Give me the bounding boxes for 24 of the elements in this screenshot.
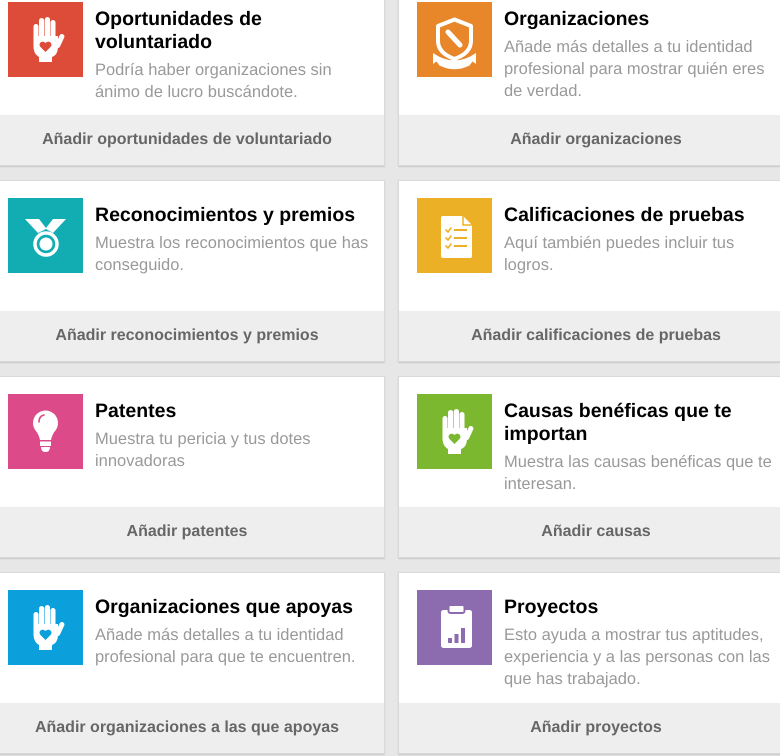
add-section-button[interactable]: Añadir proyectos [399, 703, 780, 753]
add-section-button[interactable]: Añadir calificaciones de pruebas [399, 311, 780, 361]
add-section-button[interactable]: Añadir causas [399, 507, 780, 557]
section-title: Reconocimientos y premios [95, 204, 356, 227]
section-description: Muestra tu pericia y tus dotes innovadoras [95, 429, 312, 472]
add-section-button[interactable]: Añadir reconocimientos y premios [0, 311, 384, 361]
add-section-button[interactable]: Añadir patentes [0, 507, 384, 557]
section-description: Aquí también puedes incluir tus logros. [504, 233, 736, 276]
section-title: Causas benéficas que te importan [504, 400, 733, 446]
section-description: Esto ayuda a mostrar tus aptitudes, experiencia y a las personas con las que has trabajado. [504, 625, 771, 690]
section-title: Organizaciones [504, 8, 650, 31]
section-title: Proyectos [504, 596, 600, 619]
section-description: Podría haber organizaciones sin ánimo de lucro buscándote. [95, 60, 333, 103]
section-description: Muestra las causas benéficas que te interesan. [504, 452, 773, 495]
section-title: Oportunidades de voluntariado [95, 8, 263, 54]
section-title: Calificaciones de pruebas [504, 204, 746, 227]
add-section-button[interactable]: Añadir organizaciones a las que apoyas [0, 703, 384, 753]
section-description: Muestra los reconocimientos que has conseguido. [95, 233, 370, 276]
section-description: Añade más detalles a tu identidad profesional para mostrar quién eres de verdad. [504, 37, 766, 102]
section-title: Patentes [95, 400, 178, 423]
add-section-button[interactable]: Añadir organizaciones [399, 115, 780, 165]
add-section-button[interactable]: Añadir oportunidades de voluntariado [0, 115, 384, 165]
section-title: Organizaciones que apoyas [95, 596, 354, 619]
section-description: Añade más detalles a tu identidad profesional para que te encuentren. [95, 625, 357, 668]
